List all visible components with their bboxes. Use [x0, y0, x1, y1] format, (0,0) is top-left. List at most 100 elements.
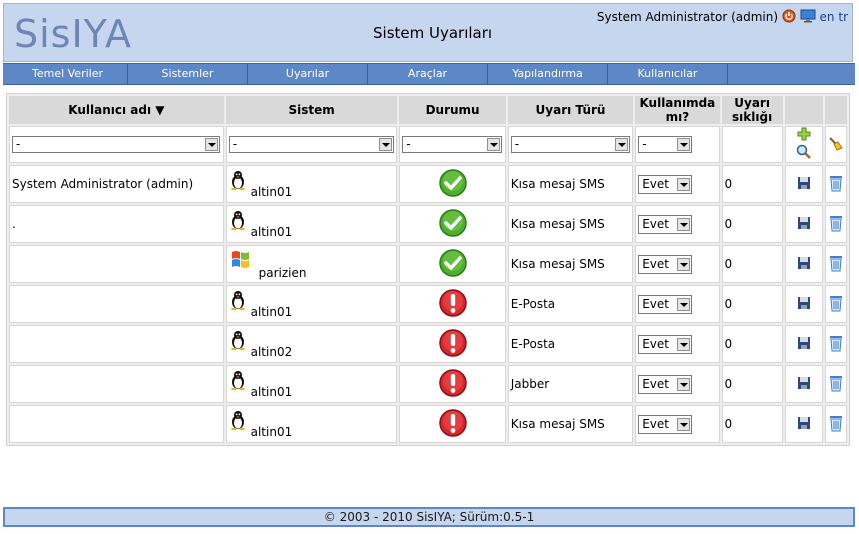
enabled-select[interactable]: Evet [638, 334, 693, 354]
save-icon[interactable] [797, 416, 811, 433]
save-icon[interactable] [797, 336, 811, 353]
broom-icon[interactable] [828, 136, 844, 151]
chevron-down-icon [677, 337, 691, 351]
power-icon[interactable] [782, 9, 796, 26]
save-icon[interactable] [797, 216, 811, 233]
filter-alert-type-select[interactable]: - [510, 136, 630, 153]
alert-type-cell: E-Posta [507, 325, 634, 363]
nav-araclar[interactable]: Araçlar [368, 64, 488, 84]
user-cell: System Administrator (admin) [9, 165, 224, 203]
table-row: altin02 E-Posta Evet 0 [9, 325, 847, 363]
linux-tux-icon [229, 410, 247, 433]
alert-type-cell: E-Posta [507, 285, 634, 323]
trash-icon[interactable] [828, 335, 844, 355]
filter-status-select[interactable]: - [402, 136, 503, 153]
col-header-status: Durumu [399, 96, 506, 124]
system-name[interactable]: altin01 [251, 185, 293, 199]
save-icon[interactable] [797, 176, 811, 193]
filter-system-select[interactable]: - [228, 136, 394, 153]
frequency-value: 0 [724, 257, 733, 271]
chevron-down-icon [677, 377, 691, 391]
enabled-select[interactable]: Evet [638, 374, 693, 394]
nav-yapilandirma[interactable]: Yapılandırma [488, 64, 608, 84]
save-cell [784, 285, 823, 323]
chevron-down-icon [677, 177, 691, 191]
add-icon[interactable] [797, 127, 811, 141]
linux-tux-icon [229, 290, 247, 313]
ok-status-icon [438, 248, 468, 281]
filter-enabled-select[interactable]: - [638, 136, 693, 153]
enabled-select[interactable]: Evet [638, 174, 693, 194]
system-name[interactable]: parizien [259, 266, 307, 280]
alert-type: Kısa mesaj SMS [510, 217, 605, 231]
filter-system-value: - [232, 137, 238, 151]
status-cell [399, 285, 506, 323]
enabled-cell: Evet [635, 245, 720, 283]
table-row: parizien Kısa mesaj SMS Evet 0 [9, 245, 847, 283]
nav-uyarilar[interactable]: Uyarılar [248, 64, 368, 84]
sisiya-logo[interactable]: SisIYA [14, 12, 132, 56]
monitor-icon[interactable] [800, 9, 816, 26]
enabled-select[interactable]: Evet [638, 294, 693, 314]
system-name[interactable]: altin01 [251, 225, 293, 239]
trash-icon[interactable] [828, 375, 844, 395]
error-status-icon [438, 408, 468, 441]
chevron-down-icon [677, 257, 691, 271]
alert-type: Kısa mesaj SMS [510, 417, 605, 431]
frequency-value: 0 [724, 177, 733, 191]
table-row: altin01 E-Posta Evet 0 [9, 285, 847, 323]
frequency-value: 0 [724, 297, 733, 311]
col-header-delete [824, 96, 847, 124]
system-cell[interactable]: altin01 [225, 365, 398, 403]
search-icon[interactable] [796, 144, 812, 159]
col-header-user[interactable]: Kullanıcı adı ▼ [9, 96, 224, 124]
save-cell [784, 325, 823, 363]
system-name[interactable]: altin01 [251, 425, 293, 439]
trash-icon[interactable] [828, 215, 844, 235]
save-cell [784, 205, 823, 243]
col-header-alert-type: Uyarı Türü [507, 96, 634, 124]
enabled-select[interactable]: Evet [638, 214, 693, 234]
system-cell[interactable]: altin02 [225, 325, 398, 363]
delete-cell [824, 365, 847, 403]
lang-en-link[interactable]: en [820, 10, 835, 24]
nav-sistemler[interactable]: Sistemler [128, 64, 248, 84]
linux-tux-icon [229, 330, 247, 353]
system-name[interactable]: altin01 [251, 385, 293, 399]
trash-icon[interactable] [828, 295, 844, 315]
frequency-cell: 0 [721, 325, 783, 363]
system-name[interactable]: altin02 [251, 345, 293, 359]
alert-type-cell: Kısa mesaj SMS [507, 245, 634, 283]
table-row: . altin01 Kısa mesaj SMS Evet 0 [9, 205, 847, 243]
chevron-down-icon [205, 138, 218, 151]
trash-icon[interactable] [828, 175, 844, 195]
system-cell[interactable]: altin01 [225, 205, 398, 243]
enabled-cell: Evet [635, 165, 720, 203]
system-cell[interactable]: altin01 [225, 405, 398, 443]
system-cell[interactable]: parizien [225, 245, 398, 283]
trash-icon[interactable] [828, 255, 844, 275]
system-cell[interactable]: altin01 [225, 165, 398, 203]
enabled-value: Evet [642, 296, 669, 311]
user-cell [9, 405, 224, 443]
nav-temel-veriler[interactable]: Temel Veriler [8, 64, 128, 84]
filter-user-select[interactable]: - [12, 136, 220, 153]
system-cell[interactable]: altin01 [225, 285, 398, 323]
status-cell [399, 365, 506, 403]
enabled-select[interactable]: Evet [638, 254, 693, 274]
nav-kullanicilar[interactable]: Kullanıcılar [608, 64, 728, 84]
col-header-save [784, 96, 823, 124]
enabled-select[interactable]: Evet [638, 414, 693, 434]
frequency-value: 0 [724, 337, 733, 351]
save-icon[interactable] [797, 376, 811, 393]
lang-tr-link[interactable]: tr [838, 10, 848, 24]
delete-cell [824, 285, 847, 323]
save-icon[interactable] [797, 296, 811, 313]
chevron-down-icon [677, 417, 691, 431]
frequency-cell: 0 [721, 165, 783, 203]
save-icon[interactable] [797, 256, 811, 273]
status-cell [399, 205, 506, 243]
save-cell [784, 245, 823, 283]
trash-icon[interactable] [828, 415, 844, 435]
system-name[interactable]: altin01 [251, 305, 293, 319]
